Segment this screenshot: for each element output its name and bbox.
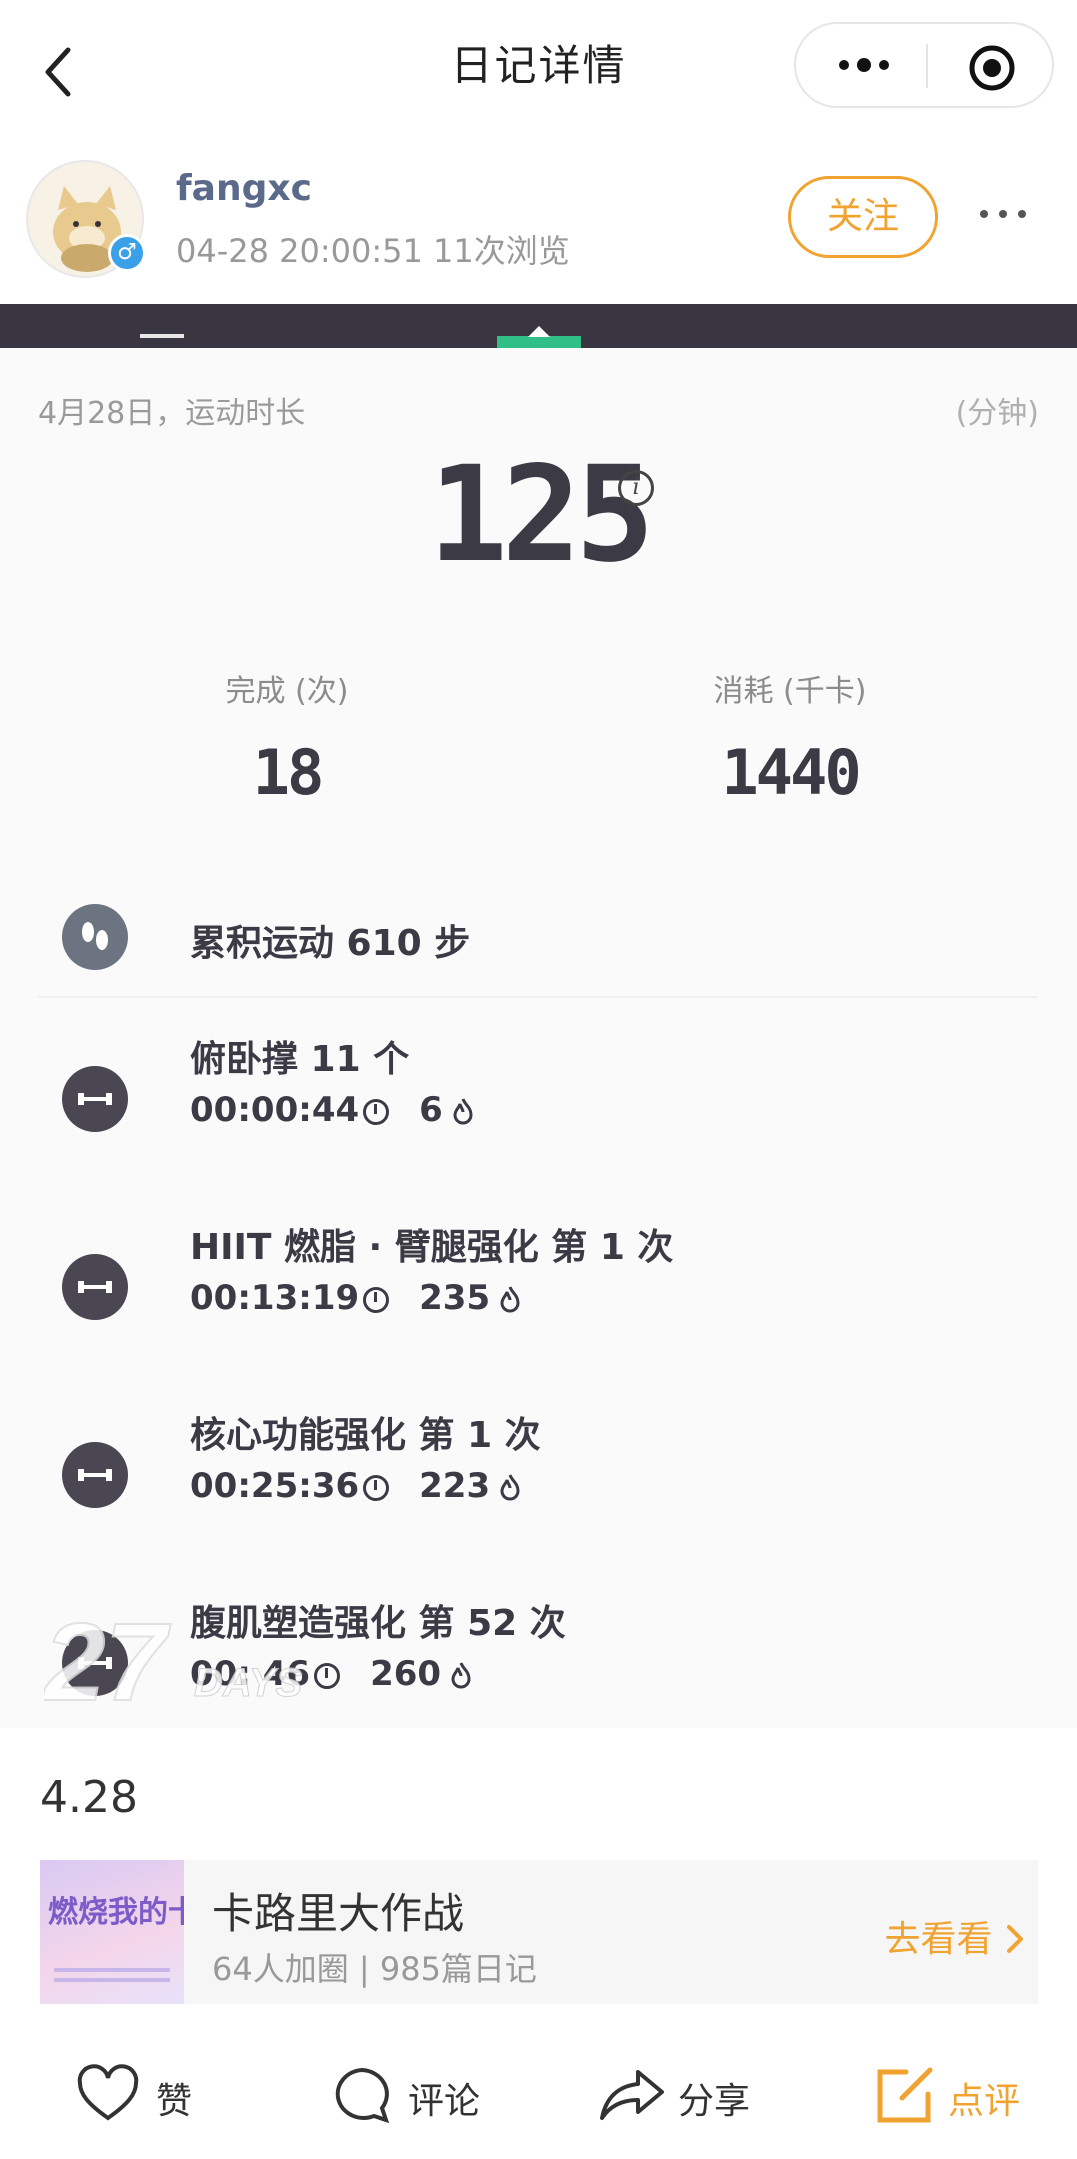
- clock-icon: [363, 1099, 390, 1125]
- activity-time: 00:00:44: [190, 1090, 360, 1130]
- clock-icon: [363, 1287, 390, 1313]
- follow-button[interactable]: 关注: [788, 176, 938, 258]
- activity-calories: 223: [419, 1466, 491, 1506]
- capsule-divider: [926, 44, 928, 88]
- activity-time: 00:25:36: [190, 1466, 360, 1506]
- target-icon[interactable]: [968, 44, 1016, 92]
- activity-stats: 00:00:44 6: [190, 1090, 475, 1130]
- comment-bubble-icon: [335, 2067, 390, 2124]
- go-see-link[interactable]: 去看看: [885, 1910, 1026, 1962]
- mini-program-capsule: [794, 22, 1054, 108]
- info-icon[interactable]: i: [618, 470, 654, 506]
- workout-summary: 4月28日，运动时长 (分钟) 125 i 完成 (次) 18 消耗 (千卡) …: [0, 348, 1077, 868]
- flame-icon: [500, 1286, 520, 1313]
- watermark-number: 27: [44, 1601, 171, 1720]
- clock-icon: [363, 1475, 390, 1501]
- dumbbell-icon: [62, 1442, 128, 1508]
- activity-time: 00:13:19: [190, 1278, 360, 1318]
- group-card[interactable]: 燃烧我的卡路里 卡路里大作战 64人加圈 | 985篇日记 去看看: [40, 1860, 1038, 2004]
- activity-list: 累积运动 610 步 俯卧撑 11 个 00:00:44 6 HIIT 燃脂 · …: [0, 868, 1077, 1728]
- flame-icon: [453, 1098, 473, 1125]
- summary-unit: (分钟): [955, 396, 1039, 431]
- watermark-text: DAYS: [194, 1661, 302, 1705]
- like-label: 赞: [156, 2081, 193, 2122]
- strip-pointer: [528, 326, 550, 337]
- comment-label: 评论: [408, 2081, 481, 2122]
- days-watermark: 27 DAYS: [44, 1600, 303, 1720]
- share-label: 分享: [678, 2081, 751, 2122]
- diary-date: 4.28: [40, 1772, 138, 1823]
- activity-calories: 260: [370, 1654, 442, 1694]
- review-label: 点评: [948, 2081, 1021, 2122]
- post-meta: 04-28 20:00:51 11次浏览: [176, 232, 570, 270]
- activity-name: 累积运动 610 步: [190, 923, 471, 964]
- more-options-icon[interactable]: [978, 204, 1028, 224]
- activity-name: 核心功能强化 第 1 次: [190, 1415, 541, 1456]
- bottom-action-bar: 赞 评论 分享 点评: [0, 2040, 1077, 2159]
- strip-active-marker: [497, 336, 581, 348]
- author-row: ♂ fangxc 04-28 20:00:51 11次浏览 关注: [0, 150, 1077, 290]
- group-meta: 64人加圈 | 985篇日记: [212, 1950, 537, 1988]
- flame-icon: [500, 1474, 520, 1501]
- flame-icon: [451, 1662, 471, 1689]
- group-name: 卡路里大作战: [212, 1889, 465, 1938]
- calories-value: 1440: [721, 736, 861, 809]
- completed-stat: 完成 (次) 18: [137, 666, 437, 809]
- heart-icon: [77, 2064, 139, 2121]
- screenshot-top-strip: [0, 304, 1077, 348]
- activity-stats: 00:13:19 235: [190, 1278, 522, 1318]
- edit-icon: [877, 2067, 933, 2123]
- top-nav-bar: 日记详情: [0, 0, 1077, 130]
- activity-calories: 235: [419, 1278, 491, 1318]
- completed-label: 完成 (次): [225, 674, 349, 709]
- divider: [38, 996, 1038, 998]
- completed-value: 18: [252, 736, 325, 809]
- username[interactable]: fangxc: [176, 168, 312, 209]
- duration-value: 125: [428, 438, 654, 592]
- strip-indicator: [140, 334, 184, 338]
- footsteps-icon: [62, 904, 128, 970]
- calories-label: 消耗 (千卡): [713, 674, 867, 709]
- more-dots-icon[interactable]: [834, 50, 894, 80]
- dumbbell-icon: [62, 1066, 128, 1132]
- male-gender-icon: ♂: [108, 234, 146, 272]
- share-arrow-icon: [600, 2070, 664, 2120]
- activity-calories: 6: [419, 1090, 443, 1130]
- calories-stat: 消耗 (千卡) 1440: [640, 666, 940, 809]
- summary-header: 4月28日，运动时长: [38, 396, 306, 431]
- dumbbell-icon: [62, 1254, 128, 1320]
- activity-name: HIIT 燃脂 · 臂腿强化 第 1 次: [190, 1227, 674, 1268]
- chevron-right-icon: [1007, 1925, 1023, 1953]
- activity-name: 俯卧撑 11 个: [190, 1039, 410, 1080]
- go-see-label: 去看看: [884, 1919, 993, 1960]
- thumbnail-title: 燃烧我的卡路里: [48, 1895, 184, 1930]
- group-thumbnail: 燃烧我的卡路里: [40, 1860, 184, 2004]
- activity-stats: 00:25:36 223: [190, 1466, 522, 1506]
